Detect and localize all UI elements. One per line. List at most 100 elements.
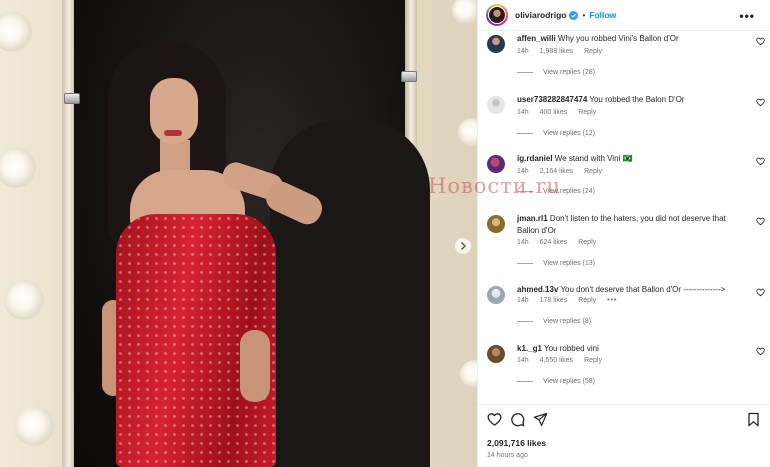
carousel-next-button[interactable] [455,238,471,254]
commenter-username[interactable]: ahmed.13v [517,285,558,294]
heart-icon[interactable] [756,98,765,107]
reply-button[interactable]: Reply [584,357,602,364]
avatar-image [488,6,506,24]
view-replies-label: View replies (58) [543,378,596,385]
commenter-username[interactable]: k1._g1 [517,344,542,353]
replies-line [517,263,533,264]
post-header: oliviarodrigo • Follow ••• [478,0,770,31]
reply-button[interactable]: Reply [578,239,596,246]
likes-count[interactable]: 2,091,716 likes [487,438,546,448]
stylist-figure [270,120,430,467]
comment-item: ig.rdaniel We stand with Vini 🇧🇷 14h 2,1… [478,151,770,211]
comment-likes[interactable]: 178 likes [540,297,568,304]
comment-likes[interactable]: 1,988 likes [540,48,573,55]
comment-meta: 14h 4,550 likes Reply [517,357,611,364]
view-replies-label: View replies (8) [543,318,592,325]
comment-meta: 14h 624 likes Reply [517,239,605,246]
heart-icon[interactable] [756,37,765,46]
comment-meta: 14h 400 likes Reply [517,109,605,116]
view-replies[interactable]: View replies (13) [517,260,595,267]
heart-icon[interactable] [756,157,765,166]
replies-line [517,381,533,382]
commenter-avatar[interactable] [487,96,505,114]
vanity-bulb [452,0,477,24]
commenter-avatar[interactable] [487,345,505,363]
author-avatar[interactable] [486,4,508,26]
comment-bubble-icon[interactable] [510,412,525,427]
comment-likes[interactable]: 624 likes [540,239,568,246]
comment-item: ahmed.13v You don't deserve that Ballon … [478,282,770,342]
comment-item: k1._g1 You robbed vini 14h 4,550 likes R… [478,341,770,401]
heart-icon[interactable] [756,217,765,226]
comment-body: We stand with Vini 🇧🇷 [554,154,633,163]
comment-likes[interactable]: 4,550 likes [540,357,573,364]
comment-text: k1._g1 You robbed vini [517,343,737,355]
post-media[interactable] [0,0,477,467]
view-replies[interactable]: View replies (58) [517,378,595,385]
action-bar [487,412,548,427]
comment-likes[interactable]: 400 likes [540,109,568,116]
comments-list[interactable]: affen_willi Why you robbed Vini's Ballon… [478,31,770,404]
comment-body: Don't listen to the haters, you did not … [517,214,726,235]
reply-button[interactable]: Reply [584,48,602,55]
view-replies-label: View replies (28) [543,69,596,76]
view-replies[interactable]: View replies (12) [517,130,595,137]
comment-meta: 14h 178 likes Reply ••• [517,297,626,304]
verified-badge-icon [569,10,579,20]
comment-options-button[interactable]: ••• [607,297,617,304]
replies-line [517,191,533,192]
more-options-button[interactable]: ••• [739,9,755,23]
like-heart-icon[interactable] [487,412,502,427]
comment-item: jman.rl1 Don't listen to the haters, you… [478,211,770,281]
comment-time: 14h [517,297,529,304]
mirror-hinge [401,71,417,82]
comment-time: 14h [517,239,529,246]
commenter-avatar[interactable] [487,35,505,53]
post-footer: 2,091,716 likes 14 hours ago [478,404,770,467]
comment-time: 14h [517,109,529,116]
replies-line [517,321,533,322]
comment-text: jman.rl1 Don't listen to the haters, you… [517,213,737,236]
commenter-username[interactable]: user738282847474 [517,95,587,104]
view-replies-label: View replies (12) [543,130,596,137]
comment-likes[interactable]: 2,164 likes [540,168,573,175]
commenter-avatar[interactable] [487,215,505,233]
subject-hand [240,330,270,402]
commenter-username[interactable]: jman.rl1 [517,214,548,223]
heart-icon[interactable] [756,288,765,297]
comment-text: ig.rdaniel We stand with Vini 🇧🇷 [517,153,737,165]
share-paper-plane-icon[interactable] [533,412,548,427]
comment-meta: 14h 2,164 likes Reply [517,168,611,175]
comment-item: user738282847474 You robbed the Balon D'… [478,92,770,152]
view-replies[interactable]: View replies (24) [517,188,595,195]
reply-button[interactable]: Reply [578,109,596,116]
vanity-bulb [4,280,44,320]
separator-dot: • [582,10,586,20]
comment-body: You don't deserve that Ballon d'Or -----… [560,285,726,294]
subject-lips [164,130,182,136]
commenter-avatar[interactable] [487,286,505,304]
mirror-hinge [64,93,80,104]
comment-text: user738282847474 You robbed the Balon D'… [517,94,737,106]
commenter-username[interactable]: affen_willi [517,34,556,43]
comment-time: 14h [517,168,529,175]
reply-button[interactable]: Reply [584,168,602,175]
reply-button[interactable]: Reply [578,297,596,304]
view-replies[interactable]: View replies (8) [517,318,591,325]
comment-body: Why you robbed Vini's Ballon d'Or [557,34,679,43]
post-timestamp: 14 hours ago [487,452,528,459]
comment-time: 14h [517,357,529,364]
view-replies[interactable]: View replies (28) [517,69,595,76]
author-username[interactable]: oliviarodrigo [515,10,566,20]
vanity-bulb [14,406,54,446]
view-replies-label: View replies (24) [543,188,596,195]
comment-text: affen_willi Why you robbed Vini's Ballon… [517,33,737,45]
comment-body: You robbed vini [543,344,599,353]
view-replies-label: View replies (13) [543,260,596,267]
comment-item: affen_willi Why you robbed Vini's Ballon… [478,31,770,91]
commenter-avatar[interactable] [487,155,505,173]
heart-icon[interactable] [756,347,765,356]
commenter-username[interactable]: ig.rdaniel [517,154,553,163]
follow-button[interactable]: Follow [589,10,616,20]
bookmark-icon[interactable] [746,412,761,427]
